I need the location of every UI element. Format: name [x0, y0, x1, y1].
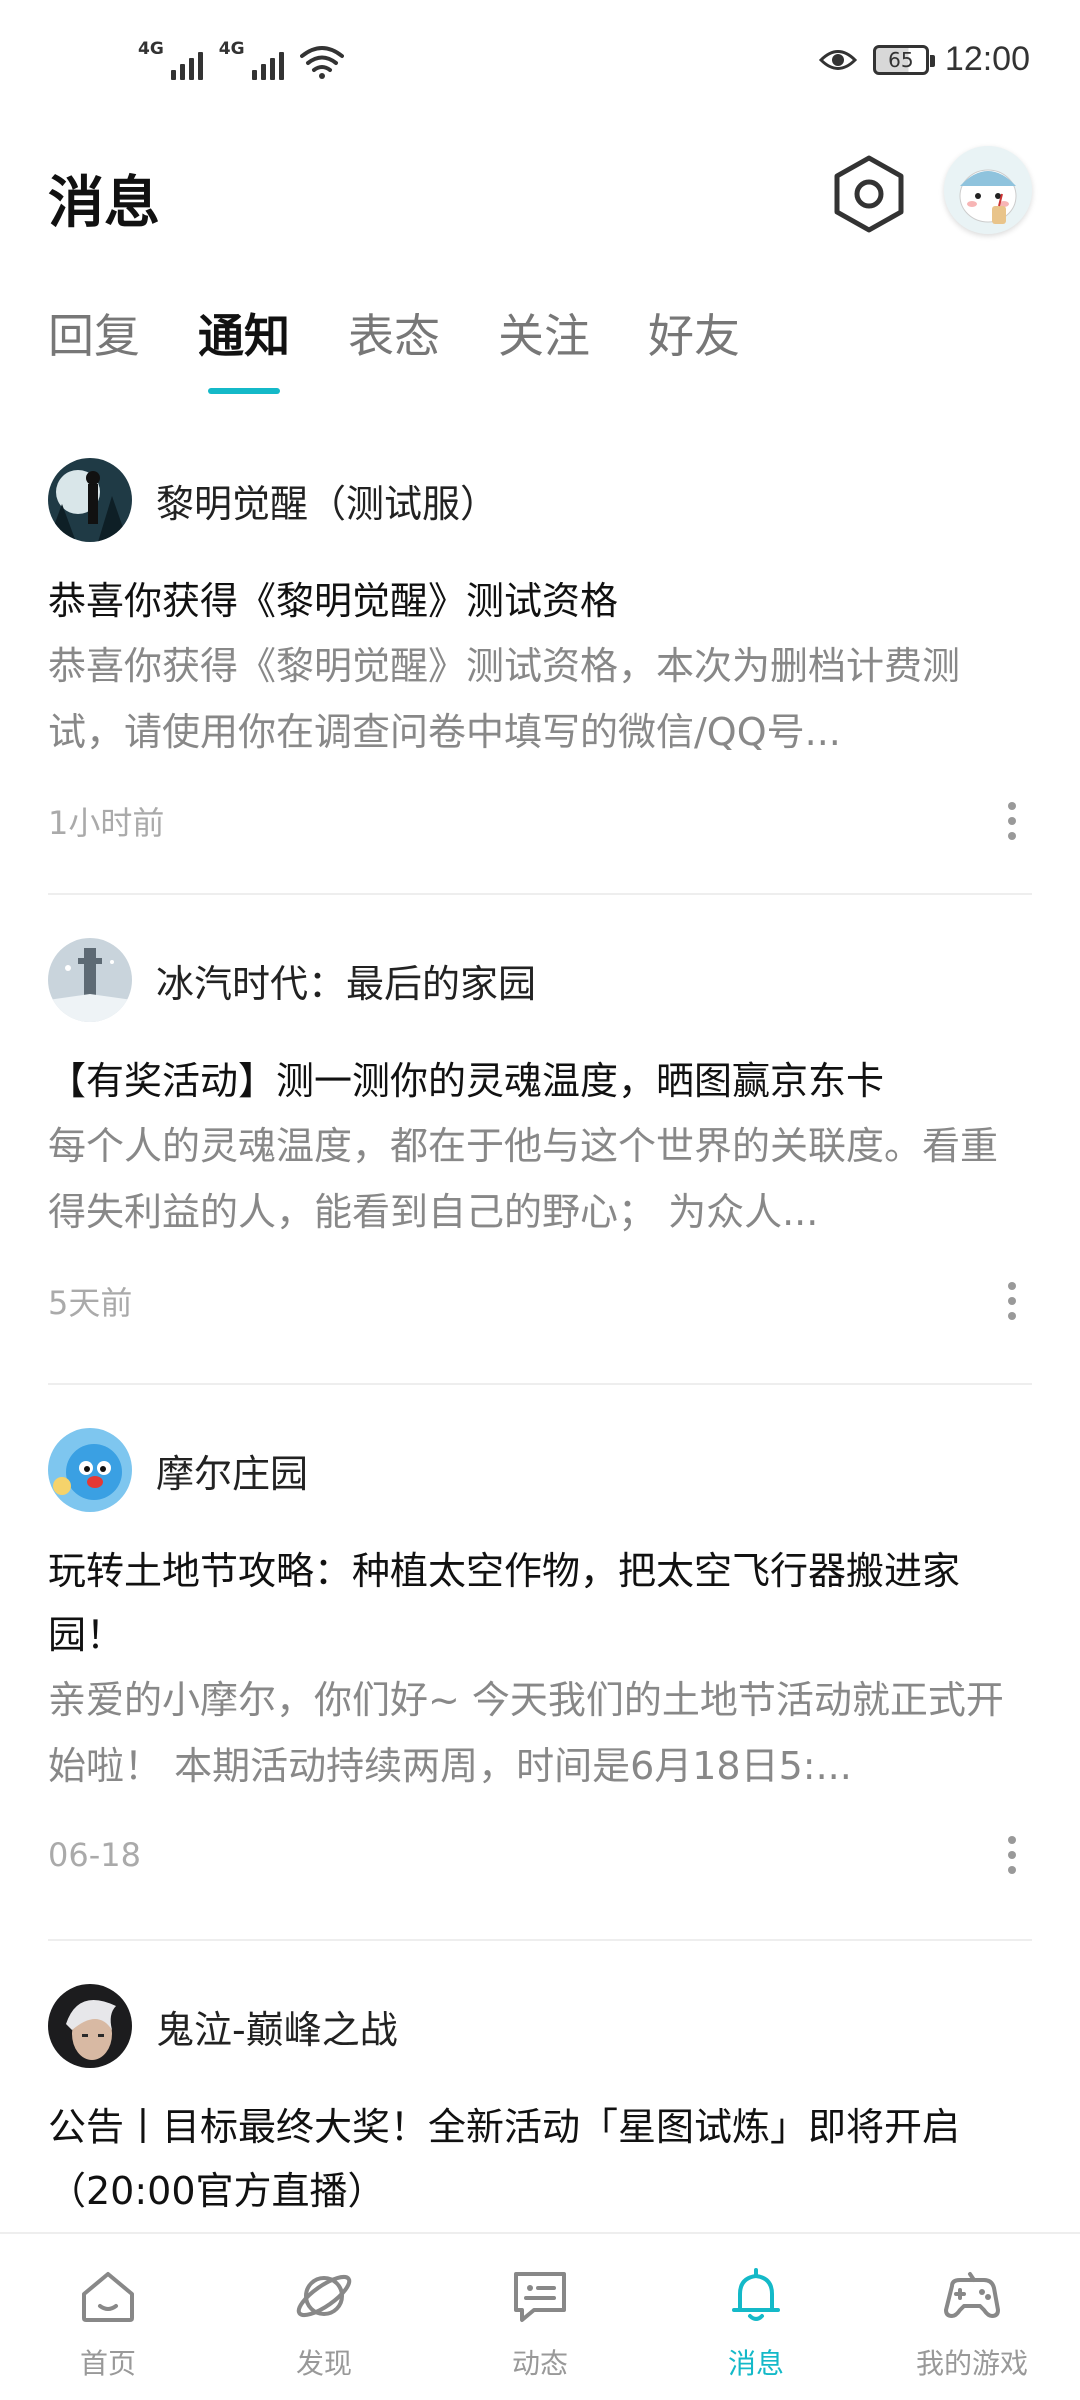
- card-footer: 1小时前: [48, 771, 1032, 871]
- network-type-label: 4G: [138, 39, 164, 59]
- notification-title: 玩转土地节攻略：种植太空作物，把太空飞行器搬进家园！: [48, 1549, 961, 1657]
- card-footer: 06-18: [48, 1805, 1032, 1905]
- bell-icon: [732, 2268, 780, 2321]
- notification-card[interactable]: 冰汽时代：最后的家园 【有奖活动】测一测你的灵魂温度，晒图赢京东卡 每个人的灵魂…: [48, 895, 1032, 1385]
- card-header: 鬼泣-巅峰之战: [48, 1971, 1032, 2081]
- game-icon-image: [48, 1428, 132, 1512]
- nav-label: 我的游戏: [915, 2347, 1028, 2380]
- card-footer: 5天前: [48, 1251, 1032, 1351]
- game-icon[interactable]: [48, 1984, 132, 2068]
- more-options-button[interactable]: [992, 1825, 1032, 1885]
- status-bar-left: 4G 4G: [138, 41, 344, 80]
- notification-body: 每个人的灵魂温度，都在于他与这个世界的关联度。看重得失利益的人，能看到自己的野心…: [48, 1124, 999, 1234]
- game-name[interactable]: 鬼泣-巅峰之战: [156, 1999, 398, 2054]
- status-time: 12:00: [944, 40, 1030, 78]
- notification-body: 亲爱的小摩尔，你们好~ 今天我们的土地节活动就正式开始啦！ 本期活动持续两周，时…: [48, 1678, 1004, 1788]
- nav-label: 消息: [727, 2347, 784, 2380]
- game-icon[interactable]: [48, 1428, 132, 1512]
- home-icon: [82, 2272, 134, 2322]
- planet-icon: [296, 2274, 352, 2318]
- game-icon-image: [48, 458, 132, 542]
- notification-body: 恭喜你获得《黎明觉醒》测试资格，本次为删档计费测试，请使用你在调查问卷中填写的微…: [48, 644, 961, 754]
- notification-list: 黎明觉醒（测试服） 恭喜你获得《黎明觉醒》测试资格 恭喜你获得《黎明觉醒》测试资…: [48, 445, 1032, 2241]
- notification-card[interactable]: 摩尔庄园 玩转土地节攻略：种植太空作物，把太空飞行器搬进家园！ 亲爱的小摩尔，你…: [48, 1385, 1032, 1941]
- game-icon-image: [48, 1984, 132, 2068]
- bottom-navigation: 首页 发现 动态 消息 我的游戏: [0, 2232, 1080, 2400]
- game-name[interactable]: 冰汽时代：最后的家园: [156, 953, 536, 1008]
- tab-notification[interactable]: 通知: [198, 300, 290, 380]
- notification-title: 【有奖活动】测一测你的灵魂温度，晒图赢京东卡: [48, 1059, 885, 1103]
- notification-card[interactable]: 黎明觉醒（测试服） 恭喜你获得《黎明觉醒》测试资格 恭喜你获得《黎明觉醒》测试资…: [48, 445, 1032, 895]
- nav-my-games[interactable]: 我的游戏: [864, 2234, 1080, 2400]
- tab-friends[interactable]: 好友: [648, 300, 740, 380]
- message-tabs: 回复 通知 表态 关注 好友: [48, 300, 740, 380]
- signal-icon-sim2: 4G: [219, 41, 284, 80]
- nav-messages[interactable]: 消息: [648, 2234, 864, 2400]
- game-icon-image: [48, 938, 132, 1022]
- game-name[interactable]: 摩尔庄园: [156, 1443, 308, 1498]
- card-header: 摩尔庄园: [48, 1415, 1032, 1525]
- nav-label: 动态: [511, 2347, 568, 2380]
- nav-label: 首页: [79, 2347, 136, 2380]
- status-bar: 4G 4G 65 12:00: [0, 0, 1080, 130]
- notification-time: 06-18: [48, 1836, 141, 1874]
- network-type-label: 4G: [218, 39, 245, 59]
- battery-icon: 65: [872, 44, 935, 75]
- settings-button[interactable]: [830, 150, 908, 238]
- nav-home[interactable]: 首页: [0, 2234, 216, 2400]
- settings-hexagon-icon: [834, 155, 904, 233]
- more-options-button[interactable]: [992, 791, 1032, 851]
- page-title: 消息: [48, 171, 160, 236]
- nav-feed[interactable]: 动态: [432, 2234, 648, 2400]
- tab-reaction[interactable]: 表态: [348, 300, 440, 380]
- nav-discover[interactable]: 发现: [216, 2234, 432, 2400]
- game-icon[interactable]: [48, 938, 132, 1022]
- more-options-button[interactable]: [992, 1271, 1032, 1331]
- nav-label: 发现: [295, 2347, 352, 2380]
- notification-time: 5天前: [48, 1284, 133, 1322]
- card-header: 黎明觉醒（测试服）: [48, 445, 1032, 555]
- user-avatar[interactable]: [944, 146, 1032, 234]
- avatar-image: [944, 146, 1032, 234]
- signal-icon-sim1: 4G: [138, 41, 203, 80]
- game-name[interactable]: 黎明觉醒（测试服）: [156, 473, 498, 528]
- notification-card[interactable]: 鬼泣-巅峰之战 公告丨目标最终大奖！全新活动「星图试炼」即将开启（20:00官方…: [48, 1941, 1032, 2241]
- card-header: 冰汽时代：最后的家园: [48, 925, 1032, 1035]
- chat-bubble-icon: [514, 2272, 566, 2322]
- page-header: 消息: [0, 140, 1080, 250]
- notification-title: 恭喜你获得《黎明觉醒》测试资格: [48, 579, 619, 623]
- eye-comfort-icon: [818, 49, 857, 70]
- battery-level: 65: [888, 47, 914, 72]
- tab-follow[interactable]: 关注: [498, 300, 590, 380]
- notification-title: 公告丨目标最终大奖！全新活动「星图试炼」即将开启（20:00官方直播）: [48, 2105, 961, 2213]
- wifi-icon: [299, 46, 344, 79]
- tab-reply[interactable]: 回复: [48, 300, 140, 380]
- status-bar-right: 65 12:00: [818, 40, 1030, 79]
- notification-time: 1小时前: [48, 804, 165, 842]
- game-icon[interactable]: [48, 458, 132, 542]
- gamepad-icon: [944, 2272, 1000, 2318]
